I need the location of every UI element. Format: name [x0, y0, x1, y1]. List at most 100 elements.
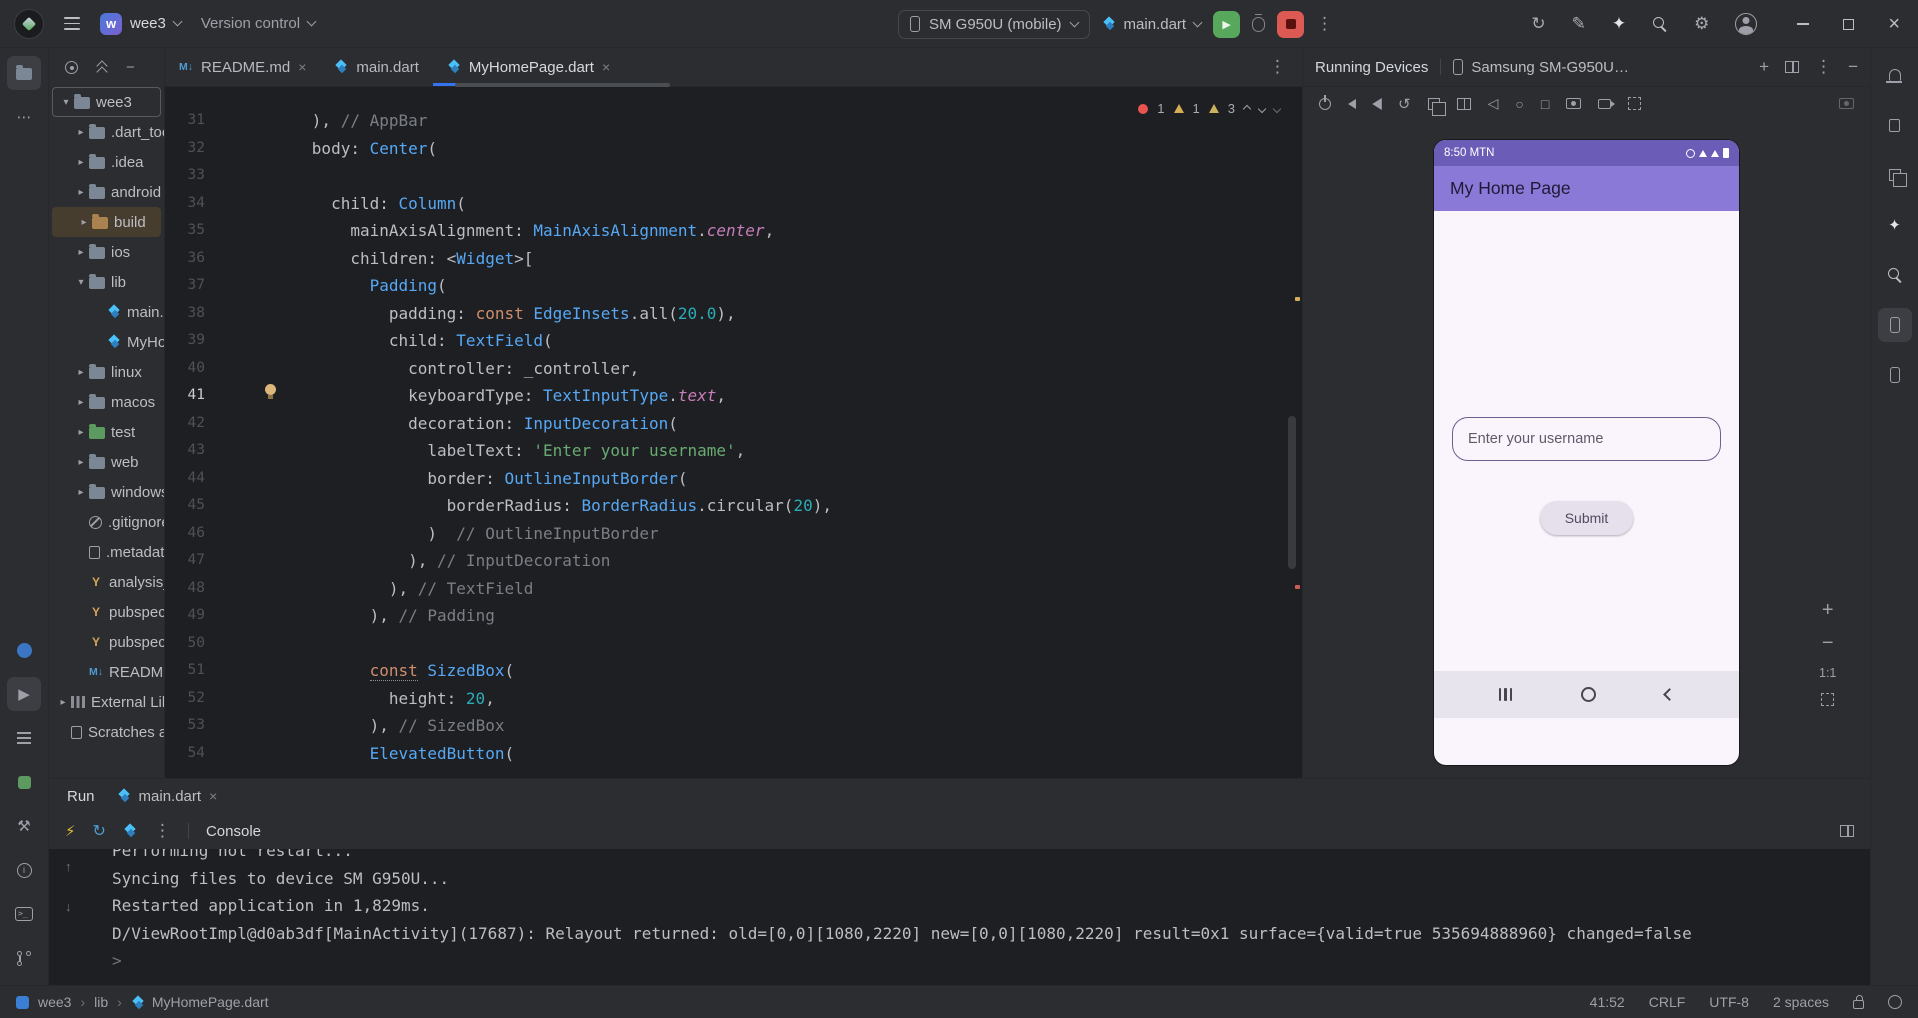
power-icon[interactable]	[1319, 94, 1331, 110]
resource-manager-button[interactable]	[7, 765, 41, 799]
line-ending-indicator[interactable]: CRLF	[1649, 994, 1686, 1010]
background-tasks-icon[interactable]	[1888, 995, 1902, 1009]
readonly-lock-icon[interactable]	[1853, 995, 1864, 1009]
collapse-all-icon[interactable]	[96, 62, 108, 74]
layout-inspector-button[interactable]	[1878, 158, 1912, 192]
search-icon[interactable]	[1652, 16, 1668, 32]
back-nav-icon[interactable]	[1663, 688, 1677, 701]
hot-restart-icon[interactable]: ↻	[93, 821, 106, 841]
scroll-up-icon[interactable]: ↑	[65, 853, 72, 881]
home-nav-icon[interactable]	[1581, 687, 1597, 702]
zoom-to-fit-icon[interactable]	[1821, 693, 1835, 706]
device-screen[interactable]: 8:50 MTN My Home Page Enter your usernam…	[1434, 140, 1739, 765]
window-minimize-button[interactable]	[1797, 23, 1810, 25]
project-widget[interactable]: w wee3	[100, 12, 183, 35]
panel-options-icon[interactable]: ⋮	[1815, 57, 1832, 77]
scroll-down-icon[interactable]: ↓	[65, 893, 72, 921]
project-tool-button[interactable]	[7, 56, 41, 90]
screenshot-icon[interactable]	[1566, 98, 1582, 109]
username-textfield[interactable]: Enter your username	[1452, 417, 1721, 461]
window-maximize-button[interactable]	[1843, 18, 1855, 30]
tree-item[interactable]: main.dart	[49, 297, 164, 327]
tree-item[interactable]: ▸ linux	[49, 357, 164, 387]
run-options-icon[interactable]: ⋮	[154, 821, 171, 841]
tab-options-icon[interactable]: ⋮	[1269, 48, 1302, 86]
version-control-tool-button[interactable]	[7, 941, 41, 975]
frame-capture-icon[interactable]	[1628, 97, 1642, 110]
editor-scrollbar[interactable]	[1288, 416, 1296, 569]
device-manager-button[interactable]	[1878, 358, 1912, 392]
tree-item[interactable]: ▸ test	[49, 417, 164, 447]
hide-panel-icon[interactable]: −	[126, 59, 135, 76]
tree-item[interactable]: ▸ .idea	[49, 147, 164, 177]
breadcrumb[interactable]: wee3 › lib › MyHomePage.dart	[16, 994, 269, 1010]
window-close-button[interactable]: ×	[1888, 14, 1900, 34]
device-selector[interactable]: SM G950U (mobile)	[898, 9, 1090, 39]
fold-device-icon[interactable]	[1427, 97, 1446, 116]
zoom-in-button[interactable]: +	[1822, 600, 1834, 620]
editor-tab[interactable]: main.dart	[320, 48, 433, 86]
gemini-tool-button[interactable]: ✦	[1878, 208, 1912, 242]
breadcrumb-folder[interactable]: lib	[94, 994, 108, 1010]
run-tab[interactable]: main.dart ×	[117, 788, 218, 805]
caret-position[interactable]: 41:52	[1590, 994, 1625, 1010]
close-icon[interactable]: ×	[298, 59, 306, 75]
warning-stripe-mark[interactable]	[1295, 297, 1300, 301]
tree-item[interactable]: Scratches and Consoles	[49, 717, 164, 747]
console-tab-label[interactable]: Console	[206, 823, 261, 840]
tree-item[interactable]: M↓ README.md	[49, 657, 164, 687]
editor-tab[interactable]: M↓ README.md ×	[165, 48, 320, 86]
running-devices-button[interactable]	[1877, 308, 1912, 342]
profile-avatar[interactable]	[1735, 13, 1758, 35]
tree-item[interactable]: ▸ macos	[49, 387, 164, 417]
select-opened-file-icon[interactable]	[65, 61, 78, 74]
dart-analysis-button[interactable]	[7, 633, 41, 667]
screen-record-icon[interactable]	[1598, 98, 1616, 109]
indent-indicator[interactable]: 2 spaces	[1773, 994, 1829, 1010]
tree-item[interactable]: ▸ windows	[49, 477, 164, 507]
code-editor[interactable]: 31 32 33 34 35 36 37 38 39 40 41 42 43 44 45 46 47 48 49 50…	[165, 87, 1302, 778]
tree-item[interactable]: Yanalysis_options.yaml	[49, 567, 164, 597]
add-device-icon[interactable]: +	[1759, 57, 1769, 77]
device-tab[interactable]: Samsung SM-G950U…	[1453, 59, 1629, 76]
hide-panel-icon[interactable]: −	[1848, 57, 1858, 77]
rotate-left-icon[interactable]: ↺	[1398, 95, 1411, 113]
console-output[interactable]: ↑ ↓ Performing hot restart... Syncing fil…	[49, 849, 1870, 986]
next-problem-icon[interactable]	[1257, 104, 1267, 113]
debug-icon[interactable]	[1252, 13, 1266, 32]
tab-scrollbar[interactable]	[455, 83, 670, 87]
more-run-actions-icon[interactable]: ⋮	[1316, 14, 1333, 34]
previous-problem-icon[interactable]	[1242, 104, 1252, 113]
gradle-sync-icon[interactable]: ↻	[1531, 14, 1545, 34]
breadcrumb-file[interactable]: MyHomePage.dart	[152, 994, 269, 1010]
tree-item[interactable]: ▸ web	[49, 447, 164, 477]
tree-item[interactable]: Ypubspec.yaml	[49, 627, 164, 657]
stop-button[interactable]	[1277, 10, 1305, 38]
tree-item[interactable]: ▸ ios	[49, 237, 164, 267]
tree-item[interactable]: .gitignore	[49, 507, 164, 537]
terminal-button[interactable]: >_	[7, 897, 41, 931]
tree-item[interactable]: Ypubspec.lock	[49, 597, 164, 627]
run-config-selector[interactable]: main.dart	[1102, 16, 1203, 33]
snapshot-icon[interactable]	[1839, 98, 1854, 109]
device-file-explorer-button[interactable]	[1878, 108, 1912, 142]
display-mode-icon[interactable]	[1456, 97, 1471, 110]
zoom-reset-button[interactable]: 1:1	[1819, 666, 1836, 680]
android-studio-logo[interactable]	[14, 8, 44, 39]
run-tool-button[interactable]: ▶	[7, 677, 41, 711]
problems-button[interactable]: i	[7, 853, 41, 887]
run-button[interactable]: ▶	[1213, 10, 1241, 38]
inspections-menu-icon[interactable]	[1272, 104, 1282, 113]
tree-item[interactable]: ▾ lib	[49, 267, 164, 297]
tree-item[interactable]: ▾ wee3	[52, 87, 161, 117]
tree-item[interactable]: .metadata	[49, 537, 164, 567]
encoding-indicator[interactable]: UTF-8	[1709, 994, 1749, 1010]
settings-gear-icon[interactable]: ⚙	[1694, 14, 1709, 34]
android-home-icon[interactable]: ○	[1515, 96, 1523, 112]
sdk-manager-icon[interactable]: ✎	[1572, 14, 1586, 34]
close-icon[interactable]: ×	[602, 59, 610, 75]
panel-layout-icon[interactable]	[1840, 825, 1854, 837]
recents-nav-icon[interactable]	[1498, 688, 1513, 701]
more-tool-windows-button[interactable]: ⋯	[7, 100, 41, 134]
flutter-tools-icon[interactable]	[123, 824, 137, 838]
